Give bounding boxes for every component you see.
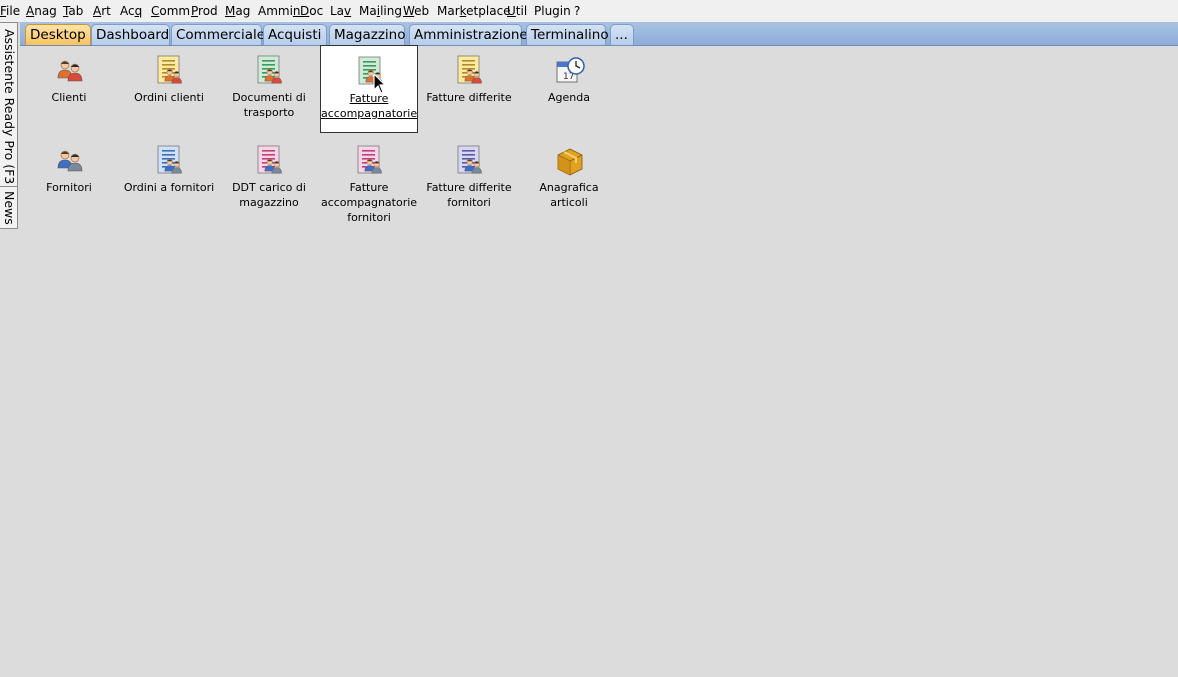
menu-lav[interactable]: Lav — [330, 4, 351, 18]
tab-terminalino[interactable]: Terminalino — [526, 24, 609, 45]
menu-prod[interactable]: Prod — [191, 4, 218, 18]
desktop-shortcut-supplier-accompanying-invoices[interactable]: Fatture accompagnatorie fornitori — [320, 135, 418, 224]
menu-acq[interactable]: Acq — [120, 4, 142, 18]
side-tab-assistant[interactable]: Assistente Ready Pro (F3) — [0, 29, 18, 184]
desktop-shortcut-label: Fatture differite fornitori — [426, 181, 512, 209]
menu-anag[interactable]: Anag — [26, 4, 57, 18]
supplier-deferred-invoices-icon — [454, 145, 486, 177]
desktop-shortcut-label: Anagrafica articoli — [539, 181, 599, 209]
menu-ammin[interactable]: Ammin — [258, 4, 301, 18]
customer-orders-icon — [154, 55, 186, 87]
desktop-shortcut-label: Fatture accompagnatorie fornitori — [320, 181, 418, 224]
articles-box-icon — [554, 145, 586, 177]
menu-plugin[interactable]: Plugin — [534, 4, 571, 18]
desktop-shortcut-label: Fatture accompagnatorie — [321, 92, 418, 120]
menu-help[interactable]: ? — [574, 4, 580, 18]
menu-file[interactable]: File — [0, 4, 20, 18]
side-tab-assistant-label: Assistente Ready Pro (F3) — [2, 29, 17, 184]
desktop-shortcut-label: Fornitori — [46, 181, 92, 194]
side-panel: Assistente Ready Pro (F3) News — [0, 22, 18, 229]
desktop-shortcut-label: Fatture differite — [426, 91, 512, 104]
desktop-shortcut-label: Clienti — [51, 91, 87, 104]
mouse-pointer-icon — [373, 73, 387, 94]
desktop-shortcut-supplier-orders[interactable]: Ordini a fornitori — [120, 135, 218, 223]
desktop-shortcut-label: Documenti di trasporto — [232, 91, 306, 119]
side-tab-news[interactable]: News — [0, 191, 18, 227]
side-tab-divider — [0, 186, 17, 187]
calendar-clock-icon: 17 — [554, 55, 586, 87]
supplier-accompanying-invoices-icon — [354, 145, 386, 177]
tab-more[interactable]: ... — [610, 24, 634, 45]
menu-util[interactable]: Util — [507, 4, 527, 18]
desktop-shortcut-customer-orders[interactable]: Ordini clienti — [120, 45, 218, 133]
suppliers-icon — [54, 145, 86, 177]
desktop-shortcut-deferred-invoices[interactable]: Fatture differite — [420, 45, 518, 133]
tab-acquisti[interactable]: Acquisti — [263, 24, 327, 45]
desktop-shortcut-accompanying-invoices[interactable]: Fatture accompagnatorie — [320, 45, 418, 133]
tab-desktop[interactable]: Desktop — [25, 24, 91, 45]
desktop-shortcut-transport-documents[interactable]: Documenti di trasporto — [220, 45, 318, 133]
desktop-shortcut-label: DDT carico di magazzino — [232, 181, 306, 209]
desktop-shortcut-label: Ordini a fornitori — [123, 181, 215, 194]
menu-bar: File Anag Tab Art Acq Comm Prod Mag Ammin Doc Lav M… — [0, 0, 1178, 23]
tab-magazzino[interactable]: Magazzino — [329, 24, 406, 45]
tab-commerciale[interactable]: Commerciale — [171, 24, 265, 45]
transport-documents-icon — [254, 55, 286, 87]
side-tab-news-label: News — [2, 191, 17, 225]
desktop-shortcut-warehouse-ddt[interactable]: DDT carico di magazzino — [220, 135, 318, 223]
menu-mailing[interactable]: Mailing — [359, 4, 402, 18]
supplier-orders-icon — [154, 145, 186, 177]
tab-strip: Desktop Dashboard Commerciale Acquisti Magaz… — [20, 22, 1178, 46]
menu-doc[interactable]: Doc — [300, 4, 323, 18]
desktop-shortcut-label: Agenda — [548, 91, 590, 104]
deferred-invoices-icon — [454, 55, 486, 87]
tab-dashboard[interactable]: Dashboard — [91, 24, 170, 45]
desktop-shortcut-suppliers[interactable]: Fornitori — [20, 135, 118, 223]
menu-art[interactable]: Art — [93, 4, 111, 18]
warehouse-ddt-icon — [254, 145, 286, 177]
desktop-shortcut-customers[interactable]: Clienti — [20, 45, 118, 133]
menu-web[interactable]: Web — [403, 4, 429, 18]
desktop-shortcut-supplier-deferred-invoices[interactable]: Fatture differite fornitori — [420, 135, 518, 223]
menu-comm[interactable]: Comm — [151, 4, 190, 18]
desktop-shortcut-calendar-clock[interactable]: 17 Agenda — [520, 45, 618, 133]
tab-amministrazione[interactable]: Amministrazione — [409, 24, 528, 45]
menu-tab[interactable]: Tab — [63, 4, 83, 18]
desktop-shortcut-label: Ordini clienti — [134, 91, 204, 104]
menu-marketplace[interactable]: Marketplace — [437, 4, 511, 18]
customers-icon — [54, 55, 86, 87]
menu-mag[interactable]: Mag — [225, 4, 250, 18]
desktop-shortcut-articles-box[interactable]: Anagrafica articoli — [520, 135, 618, 223]
